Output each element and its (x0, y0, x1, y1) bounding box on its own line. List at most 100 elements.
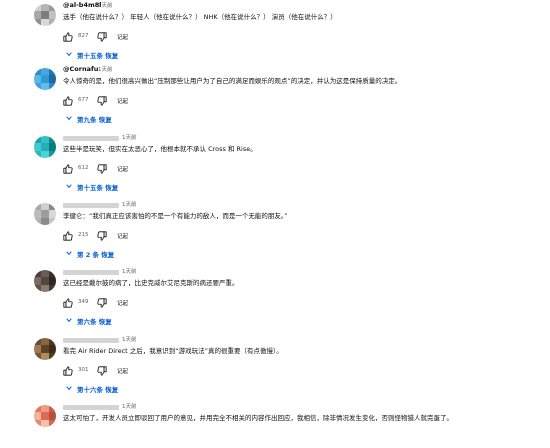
replies-toggle[interactable]: 第十五条 恢复 (63, 182, 183, 192)
like-count: 215 (78, 232, 89, 238)
reply-button[interactable]: 记起 (117, 232, 128, 240)
avatar-pixel (41, 150, 49, 158)
comment-time[interactable]: 1天前 (122, 402, 137, 410)
comment-text: 选手（他在说什么？） 年轻人（他在说什么？） NHK（他在说什么？） 演员（他在… (63, 13, 337, 21)
avatar-pixel (41, 75, 49, 83)
replies-toggle[interactable]: 第十五条 恢复 (63, 50, 183, 60)
comment-author[interactable]: @Cornafu (63, 65, 98, 73)
comment-text: 这太可怕了，开发人员立即驳回了用户的意见，并用完全不相关的内容作出回应，我相信，… (63, 414, 453, 422)
avatar-pixel (41, 143, 49, 151)
like-icon[interactable] (63, 231, 73, 241)
avatar-pixel (41, 352, 49, 360)
author-redacted (63, 338, 119, 343)
avatar-pixel (48, 143, 56, 151)
avatar-pixel (41, 210, 49, 218)
avatar-pixel (34, 203, 42, 211)
dislike-icon[interactable] (97, 231, 107, 241)
avatar[interactable] (34, 68, 56, 90)
comment-time[interactable]: 1天前 (122, 335, 137, 343)
comment-text: 看完 Air Rider Direct 之后，我意识到“游戏玩法”真的很重要（有… (63, 347, 283, 355)
avatar-pixel (34, 270, 42, 278)
avatar-pixel (41, 217, 49, 225)
avatar-pixel (48, 18, 56, 26)
replies-toggle[interactable]: 第 2 条 恢复 (63, 249, 183, 259)
comment-actions: 612 记起 (63, 164, 263, 174)
avatar-pixel (48, 68, 56, 76)
like-count: 301 (78, 367, 89, 373)
comment-actions: 215 记起 (63, 231, 263, 241)
avatar-pixel (34, 82, 42, 90)
avatar-pixel (41, 345, 49, 353)
avatar-pixel (34, 405, 42, 413)
avatar-pixel (34, 11, 42, 19)
avatar-pixel (48, 270, 56, 278)
dislike-icon[interactable] (97, 298, 107, 308)
reply-button[interactable]: 记起 (117, 165, 128, 173)
reply-button[interactable]: 记起 (117, 33, 128, 41)
comment-time[interactable]: 1天前 (122, 267, 137, 275)
avatar-pixel (41, 203, 49, 211)
dislike-icon[interactable] (97, 366, 107, 376)
replies-toggle[interactable]: 第九条 恢复 (63, 114, 183, 124)
comment-time[interactable]: 1天前 (98, 1, 113, 9)
author-redacted (63, 136, 119, 141)
reply-button[interactable]: 记起 (117, 97, 128, 105)
avatar-pixel (48, 11, 56, 19)
avatar[interactable] (34, 203, 56, 225)
comment-time[interactable]: 1天前 (122, 133, 137, 141)
dislike-icon[interactable] (97, 32, 107, 42)
like-icon[interactable] (63, 32, 73, 42)
reply-button[interactable]: 记起 (117, 367, 128, 375)
avatar-pixel (48, 203, 56, 211)
avatar[interactable] (34, 338, 56, 360)
avatar-pixel (34, 419, 42, 427)
avatar[interactable] (34, 405, 56, 427)
avatar-pixel (34, 75, 42, 83)
comment-text: 这些半是玩笑，但实在太恶心了，他根本就不承认 Cross 和 Rise。 (63, 145, 257, 153)
avatar-pixel (34, 210, 42, 218)
avatar-pixel (48, 419, 56, 427)
avatar-pixel (41, 277, 49, 285)
avatar-pixel (34, 18, 42, 26)
comment-time[interactable]: 1天前 (122, 200, 137, 208)
avatar-pixel (48, 4, 56, 12)
avatar-pixel (41, 270, 49, 278)
author-redacted (63, 405, 119, 410)
replies-label: 第六条 恢复 (77, 318, 112, 326)
chevron-down-icon (66, 318, 72, 323)
replies-label: 第九条 恢复 (77, 116, 112, 124)
comment-time[interactable]: 1天前 (98, 65, 113, 73)
replies-label: 第十五条 恢复 (77, 52, 119, 60)
avatar-pixel (48, 210, 56, 218)
replies-toggle[interactable]: 第十六条 恢复 (63, 384, 183, 394)
avatar[interactable] (34, 136, 56, 158)
avatar-pixel (41, 18, 49, 26)
avatar-pixel (34, 284, 42, 292)
comment-text: 令人惊奇的是，他们很高兴做出“压制那些让用户为了自己的满足而娱乐的观点”的决定，… (63, 77, 402, 85)
like-icon[interactable] (63, 96, 73, 106)
avatar-pixel (34, 338, 42, 346)
like-icon[interactable] (63, 366, 73, 376)
avatar-pixel (48, 82, 56, 90)
avatar-pixel (41, 68, 49, 76)
like-count: 349 (78, 299, 89, 305)
comment-author[interactable]: @al-b4m8l (63, 1, 102, 9)
avatar-pixel (34, 68, 42, 76)
reply-button[interactable]: 记起 (117, 299, 128, 307)
avatar-pixel (41, 412, 49, 420)
replies-label: 第十六条 恢复 (77, 386, 119, 394)
chevron-down-icon (66, 386, 72, 391)
avatar-pixel (48, 277, 56, 285)
like-icon[interactable] (63, 298, 73, 308)
avatar-pixel (48, 284, 56, 292)
avatar-pixel (41, 419, 49, 427)
avatar-pixel (48, 338, 56, 346)
dislike-icon[interactable] (97, 96, 107, 106)
like-count: 827 (78, 33, 89, 39)
avatar[interactable] (34, 270, 56, 292)
avatar-pixel (34, 217, 42, 225)
replies-toggle[interactable]: 第六条 恢复 (63, 316, 183, 326)
like-icon[interactable] (63, 164, 73, 174)
avatar[interactable] (34, 4, 56, 26)
dislike-icon[interactable] (97, 164, 107, 174)
